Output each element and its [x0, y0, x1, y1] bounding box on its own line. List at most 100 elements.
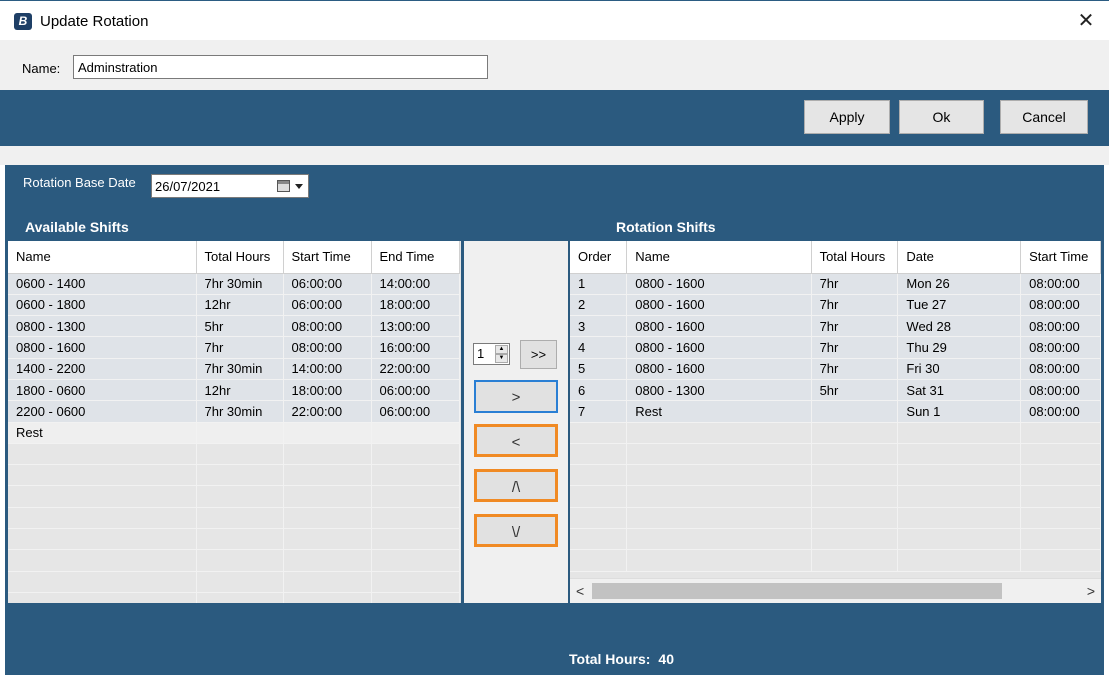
cell: 12hr — [196, 294, 284, 317]
table-row[interactable]: 0600 - 1800 12hr 06:00:00 18:00:00 — [8, 294, 460, 317]
column-header[interactable]: Name — [626, 241, 812, 274]
table-row[interactable]: Rest — [8, 422, 460, 444]
ok-button[interactable]: Ok — [899, 100, 984, 134]
empty-row — [8, 507, 460, 530]
cell: 2 — [570, 294, 628, 317]
cell: 0800 - 1600 — [626, 358, 812, 380]
cell: 12hr — [196, 379, 284, 402]
cell: 16:00:00 — [371, 336, 460, 359]
rotation-shifts-grid[interactable]: Order Name Total Hours Date Start Time 1… — [570, 241, 1101, 603]
app-icon: B — [14, 13, 32, 30]
cell: 2200 - 0600 — [8, 400, 197, 423]
cell — [283, 422, 372, 444]
column-header[interactable]: Date — [897, 241, 1022, 274]
cell: 7hr — [811, 294, 899, 317]
cell: 1800 - 0600 — [8, 379, 197, 402]
cell: 7hr — [811, 336, 899, 359]
cell: Rest — [626, 400, 812, 423]
name-input[interactable] — [73, 55, 488, 79]
column-header[interactable]: Total Hours — [196, 241, 284, 274]
cell: 06:00:00 — [371, 400, 460, 423]
table-row[interactable]: 0600 - 1400 7hr 30min 06:00:00 14:00:00 — [8, 273, 460, 295]
table-row[interactable]: 7 Rest Sun 1 08:00:00 — [570, 400, 1101, 423]
cell: 08:00:00 — [283, 336, 372, 359]
cell — [196, 422, 284, 444]
available-shifts-title: Available Shifts — [25, 219, 129, 235]
table-row[interactable]: 4 0800 - 1600 7hr Thu 29 08:00:00 — [570, 336, 1101, 359]
cell: 14:00:00 — [371, 273, 460, 295]
remove-shift-button[interactable]: < — [474, 424, 558, 457]
cell: Thu 29 — [897, 336, 1022, 359]
chevron-down-icon[interactable] — [295, 184, 303, 189]
column-header[interactable]: Total Hours — [811, 241, 899, 274]
table-row[interactable]: 5 0800 - 1600 7hr Fri 30 08:00:00 — [570, 358, 1101, 380]
empty-row — [8, 485, 460, 508]
cell: 0800 - 1600 — [626, 315, 812, 338]
cell: 7 — [570, 400, 628, 423]
cell: 0800 - 1600 — [8, 336, 197, 359]
cell: 08:00:00 — [1020, 379, 1101, 402]
stepper-up-icon[interactable]: ▲ — [495, 345, 508, 354]
cell: 18:00:00 — [371, 294, 460, 317]
scroll-right-icon[interactable]: > — [1087, 583, 1095, 599]
empty-row — [8, 592, 460, 603]
apply-button[interactable]: Apply — [804, 100, 890, 134]
close-button[interactable]: ✕ — [1071, 7, 1101, 35]
table-row[interactable]: 0800 - 1300 5hr 08:00:00 13:00:00 — [8, 315, 460, 338]
available-shifts-grid[interactable]: Name Total Hours Start Time End Time 060… — [8, 241, 461, 603]
table-row[interactable]: 2 0800 - 1600 7hr Tue 27 08:00:00 — [570, 294, 1101, 317]
cell: 08:00:00 — [283, 315, 372, 338]
cell: 5hr — [811, 379, 899, 402]
stepper-value: 1 — [477, 346, 485, 361]
transfer-controls: 1 ▲ ▼ >> > < /\ \/ — [464, 241, 568, 603]
cell: 6 — [570, 379, 628, 402]
table-row[interactable]: 2200 - 0600 7hr 30min 22:00:00 06:00:00 — [8, 400, 460, 423]
column-header[interactable]: Name — [8, 241, 197, 274]
table-row[interactable]: 1 0800 - 1600 7hr Mon 26 08:00:00 — [570, 273, 1101, 295]
cell: 7hr — [196, 336, 284, 359]
calendar-icon[interactable] — [277, 180, 290, 192]
cell: 18:00:00 — [283, 379, 372, 402]
add-shift-button[interactable]: > — [474, 380, 558, 413]
add-all-button[interactable]: >> — [520, 340, 557, 369]
table-row[interactable]: 1400 - 2200 7hr 30min 14:00:00 22:00:00 — [8, 358, 460, 380]
scroll-left-icon[interactable]: < — [576, 583, 584, 599]
name-row: Name: — [0, 40, 1109, 90]
stepper-down-icon[interactable]: ▼ — [495, 354, 508, 363]
move-up-button[interactable]: /\ — [474, 469, 558, 502]
cell: Fri 30 — [897, 358, 1022, 380]
separator — [0, 146, 1109, 165]
total-hours-value: 40 — [658, 651, 674, 667]
cell: 22:00:00 — [283, 400, 372, 423]
cell: Wed 28 — [897, 315, 1022, 338]
column-header[interactable]: End Time — [371, 241, 460, 274]
column-header[interactable]: Start Time — [283, 241, 372, 274]
move-down-button[interactable]: \/ — [474, 514, 558, 547]
base-date-label: Rotation Base Date — [23, 175, 136, 190]
table-row[interactable]: 1800 - 0600 12hr 18:00:00 06:00:00 — [8, 379, 460, 402]
column-header[interactable]: Start Time — [1020, 241, 1101, 274]
cell: 7hr 30min — [196, 273, 284, 295]
empty-row — [8, 571, 460, 593]
empty-row — [570, 443, 1101, 466]
horizontal-scrollbar[interactable]: < > — [570, 578, 1101, 603]
cell: 13:00:00 — [371, 315, 460, 338]
base-date-value: 26/07/2021 — [155, 179, 221, 194]
scroll-thumb[interactable] — [592, 583, 1002, 599]
cell: Tue 27 — [897, 294, 1022, 317]
table-row[interactable]: 0800 - 1600 7hr 08:00:00 16:00:00 — [8, 336, 460, 359]
empty-row — [570, 464, 1101, 487]
cell: 1400 - 2200 — [8, 358, 197, 380]
rotation-shifts-title: Rotation Shifts — [616, 219, 716, 235]
column-header[interactable]: Order — [570, 241, 628, 274]
count-stepper[interactable]: 1 ▲ ▼ — [473, 343, 510, 365]
empty-row — [8, 528, 460, 551]
empty-row — [8, 443, 460, 466]
cell: 0600 - 1800 — [8, 294, 197, 317]
table-row[interactable]: 3 0800 - 1600 7hr Wed 28 08:00:00 — [570, 315, 1101, 338]
cancel-button[interactable]: Cancel — [1000, 100, 1088, 134]
cell: 5 — [570, 358, 628, 380]
cell: 0800 - 1600 — [626, 336, 812, 359]
base-date-picker[interactable]: 26/07/2021 — [151, 174, 309, 198]
table-row[interactable]: 6 0800 - 1300 5hr Sat 31 08:00:00 — [570, 379, 1101, 402]
